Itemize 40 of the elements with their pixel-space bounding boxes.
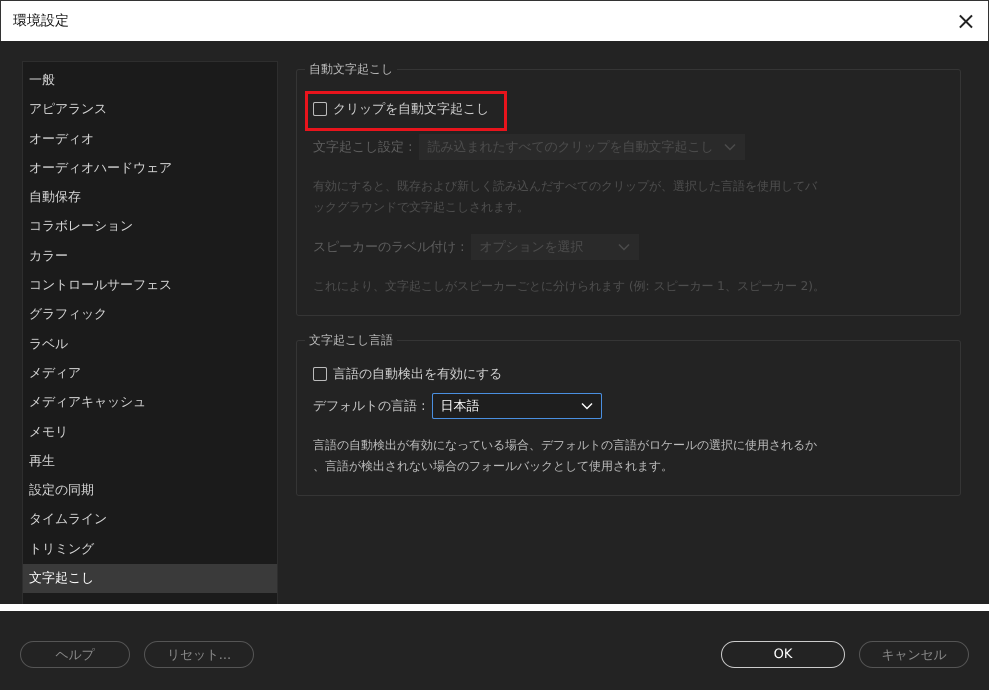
sidebar-item[interactable]: タイムライン: [23, 505, 277, 535]
field-label: スピーカーのラベル付け :: [313, 239, 465, 256]
chevron-down-icon: [580, 402, 593, 410]
field-label: 文字起こし設定 :: [313, 139, 413, 156]
checkbox-label: 言語の自動検出を有効にする: [333, 366, 502, 383]
checkbox[interactable]: [313, 102, 327, 116]
sidebar-item[interactable]: 自動保存: [23, 183, 277, 212]
checkbox[interactable]: [313, 367, 327, 381]
checkbox-label: クリップを自動文字起こし: [333, 101, 489, 118]
sidebar-item[interactable]: 文字起こし: [23, 564, 277, 594]
help-text: 言語の自動検出が有効になっている場合、デフォルトの言語がロケールの選択に使用されるか、言語が検出されない場合のフォールバックとして使用されます。: [313, 437, 818, 475]
sidebar-item[interactable]: メディア: [23, 358, 277, 388]
sidebar-item[interactable]: 一般: [23, 66, 277, 96]
dropdown[interactable]: 日本語: [432, 393, 602, 419]
field-label: デフォルトの言語 :: [313, 398, 426, 415]
sidebar-item[interactable]: グラフィック: [23, 300, 277, 330]
dialog-button[interactable]: ヘルプ: [20, 641, 130, 668]
sidebar-item[interactable]: 設定の同期: [23, 476, 277, 506]
chevron-down-icon: [618, 243, 630, 251]
sidebar-item[interactable]: 再生: [23, 446, 277, 476]
close-button[interactable]: ×: [952, 9, 980, 33]
chevron-down-icon: [724, 143, 736, 151]
dialog-button[interactable]: リセット...: [144, 641, 254, 668]
checkbox-option[interactable]: クリップを自動文字起こし: [313, 100, 944, 118]
window-title: 環境設定: [13, 12, 69, 30]
group-title: 自動文字起こし: [305, 61, 397, 78]
sidebar-item[interactable]: トリミング: [23, 534, 277, 564]
sidebar-item[interactable]: コラボレーション: [23, 212, 277, 242]
dialog-button[interactable]: キャンセル: [859, 641, 969, 668]
dialog-button[interactable]: OK: [721, 641, 845, 668]
sidebar-item[interactable]: コントロールサーフェス: [23, 271, 277, 300]
sidebar-item[interactable]: メディアキャッシュ: [23, 388, 277, 418]
sidebar-item[interactable]: オーディオ: [23, 124, 277, 154]
sidebar-item[interactable]: メモリ: [23, 418, 277, 447]
checkbox-option[interactable]: 言語の自動検出を有効にする: [313, 365, 944, 383]
group-title: 文字起こし言語: [305, 332, 397, 349]
sidebar-item[interactable]: オーディオハードウェア: [23, 154, 277, 184]
sidebar-item[interactable]: ラベル: [23, 330, 277, 359]
sidebar-item[interactable]: アピアランス: [23, 95, 277, 125]
sidebar-item[interactable]: カラー: [23, 242, 277, 272]
